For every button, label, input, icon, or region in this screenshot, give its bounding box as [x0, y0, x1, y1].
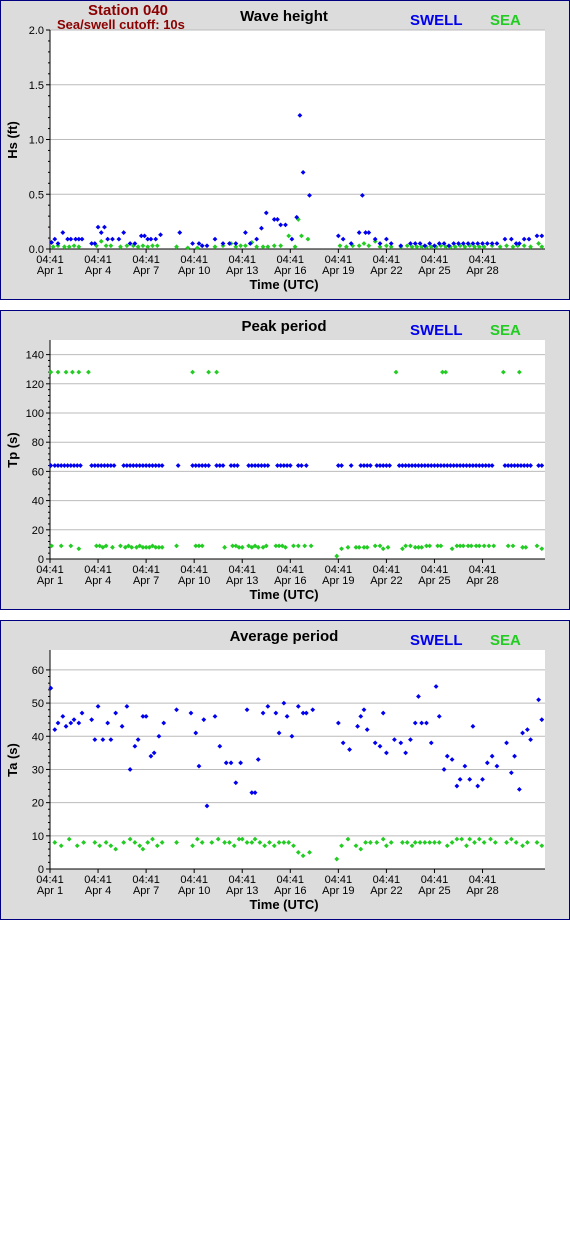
x-tick-date: Apr 25 [418, 575, 450, 587]
peak-period-panel: 0 20 40 60 80 100 120 140 04:41 Apr 1 04:41 Apr 4 04… [0, 310, 570, 610]
y-tick-label: 1.0 [29, 135, 44, 147]
x-tick-date: Apr 25 [418, 885, 450, 897]
x-tick-date: Apr 22 [370, 575, 402, 587]
x-tick-date: Apr 25 [418, 265, 450, 277]
y-tick-label: 60 [32, 665, 44, 677]
y-tick-label: 20 [32, 525, 44, 537]
legend-sea: SEA [490, 632, 521, 649]
y-axis-label: Tp (s) [5, 432, 20, 467]
chart-title: Average period [230, 628, 339, 645]
x-tick-date: Apr 13 [226, 885, 258, 897]
plot-area [50, 340, 545, 559]
y-tick-label: 30 [32, 764, 44, 776]
x-tick-date: Apr 1 [37, 885, 63, 897]
x-tick-date: Apr 4 [85, 885, 111, 897]
peak-period-chart: 02040608010012014004:41Apr 104:41Apr 404… [0, 310, 570, 610]
x-tick-date: Apr 19 [322, 885, 354, 897]
x-axis-label: Time (UTC) [249, 587, 318, 602]
x-tick-date: Apr 16 [274, 885, 306, 897]
x-tick-date: Apr 22 [370, 265, 402, 277]
wave-height-panel: 0.0 0.5 1.0 1.5 2.0 04:41 Apr 1 04:41 Apr 4 04:41… [0, 0, 570, 300]
x-tick-date: Apr 10 [178, 265, 210, 277]
x-tick-date: Apr 13 [226, 575, 258, 587]
x-tick-date: Apr 16 [274, 265, 306, 277]
x-tick-date: Apr 13 [226, 265, 258, 277]
legend-sea: SEA [490, 12, 521, 29]
cutoff-label: Sea/swell cutoff: 10s [57, 17, 185, 32]
y-tick-label: 100 [26, 408, 44, 420]
x-tick-date: Apr 28 [466, 885, 498, 897]
x-tick-date: Apr 7 [133, 885, 159, 897]
y-tick-label: 80 [32, 437, 44, 449]
chart-title: Wave height [240, 8, 328, 25]
legend-swell: SWELL [410, 322, 463, 339]
y-axis-label: Ta (s) [5, 743, 20, 777]
x-tick-date: Apr 1 [37, 265, 63, 277]
y-tick-label: 40 [32, 731, 44, 743]
x-tick-date: Apr 4 [85, 575, 111, 587]
x-tick-date: Apr 22 [370, 885, 402, 897]
y-axis-label: Hs (ft) [5, 121, 20, 159]
y-tick-label: 120 [26, 379, 44, 391]
legend-sea: SEA [490, 322, 521, 339]
y-tick-label: 10 [32, 831, 44, 843]
legend-swell: SWELL [410, 12, 463, 29]
x-tick-date: Apr 19 [322, 575, 354, 587]
y-tick-label: 1.5 [29, 80, 44, 92]
x-tick-date: Apr 28 [466, 265, 498, 277]
legend-swell: SWELL [410, 632, 463, 649]
y-tick-label: 0.5 [29, 189, 44, 201]
x-tick-date: Apr 16 [274, 575, 306, 587]
y-tick-label: 20 [32, 798, 44, 810]
x-tick-date: Apr 1 [37, 575, 63, 587]
y-tick-label: 50 [32, 698, 44, 710]
x-tick-date: Apr 10 [178, 885, 210, 897]
chart-title: Peak period [241, 318, 326, 335]
average-period-chart: 010203040506004:41Apr 104:41Apr 404:41Ap… [0, 620, 570, 920]
y-tick-label: 140 [26, 350, 44, 362]
x-tick-date: Apr 7 [133, 265, 159, 277]
y-tick-label: 2.0 [29, 25, 44, 37]
x-tick-date: Apr 4 [85, 265, 111, 277]
x-axis-label: Time (UTC) [249, 897, 318, 912]
x-axis-label: Time (UTC) [249, 277, 318, 292]
y-tick-label: 60 [32, 466, 44, 478]
x-tick-date: Apr 10 [178, 575, 210, 587]
y-tick-label: 40 [32, 496, 44, 508]
x-tick-date: Apr 7 [133, 575, 159, 587]
x-tick-date: Apr 28 [466, 575, 498, 587]
average-period-panel: 0 10 20 30 40 50 60 04:41 Apr 1 04:41 Apr 4 04:41 Ap… [0, 620, 570, 920]
wave-height-chart: 0.00.51.01.52.004:41Apr 104:41Apr 404:41… [0, 0, 570, 300]
x-tick-date: Apr 19 [322, 265, 354, 277]
